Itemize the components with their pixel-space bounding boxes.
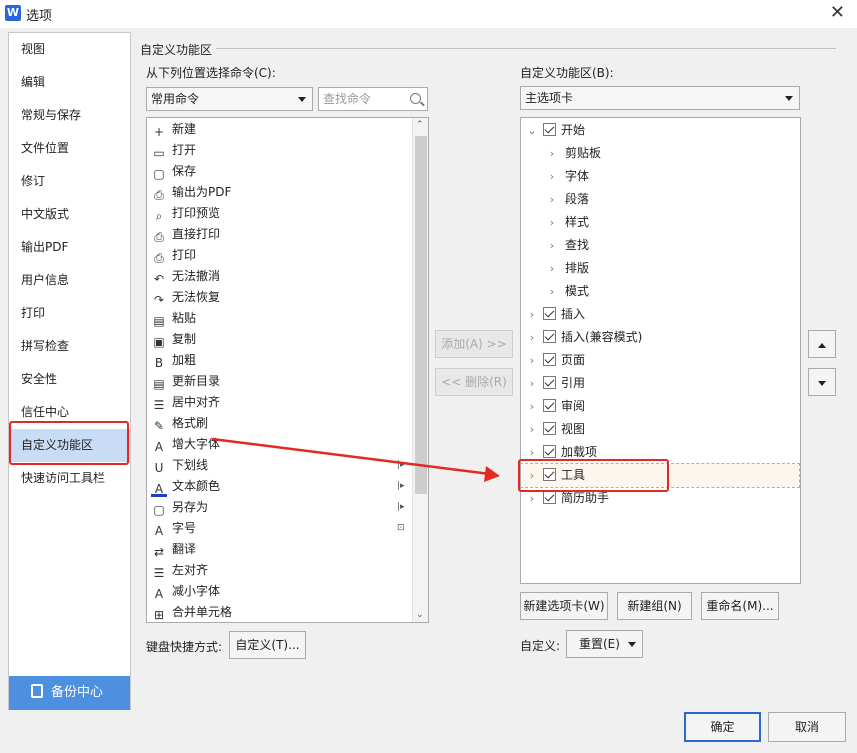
tree-highlight-box [518, 459, 669, 492]
annotation-arrow [211, 437, 500, 482]
